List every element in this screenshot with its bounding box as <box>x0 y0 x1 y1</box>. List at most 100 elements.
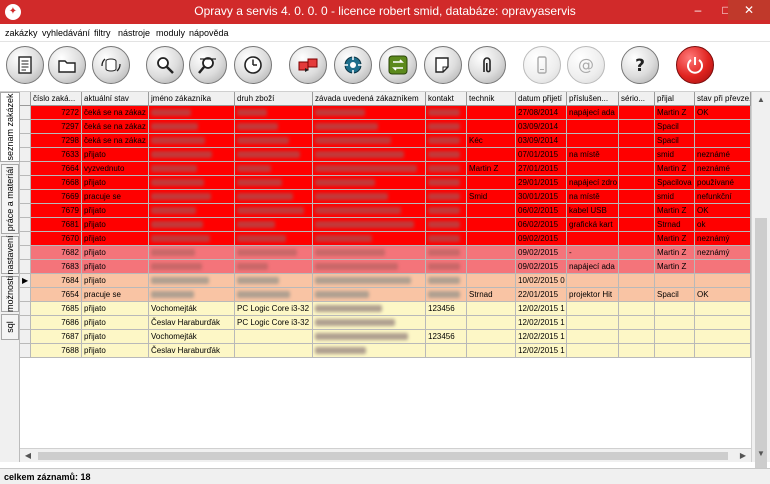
redacted-value <box>428 221 460 229</box>
row-indicator[interactable] <box>20 344 31 358</box>
note-button[interactable] <box>424 46 462 84</box>
row-indicator[interactable]: ▶ <box>20 274 31 288</box>
table-row[interactable]: 7668 přijato 29/01/2015 napájecí zdro Spacil… <box>20 176 751 190</box>
transfer-button[interactable] <box>289 46 327 84</box>
row-indicator[interactable] <box>20 288 31 302</box>
horizontal-scrollbar[interactable]: ◀ ▶ <box>20 448 751 462</box>
column-header[interactable]: stav při převze... <box>695 92 751 106</box>
vertical-scrollbar[interactable]: ▲ ▼ <box>751 92 770 480</box>
cell-serial <box>619 232 655 246</box>
menu-help[interactable]: nápověda <box>189 28 229 38</box>
exit-button[interactable] <box>676 46 714 84</box>
help-button[interactable]: ? <box>621 46 659 84</box>
cell-defect <box>313 316 426 330</box>
row-indicator[interactable] <box>20 204 31 218</box>
orders-list-button[interactable] <box>6 46 44 84</box>
column-header[interactable]: číslo zaká... <box>31 92 82 106</box>
table-row[interactable]: 7670 přijato 09/02/2015 Martin Zneznámý <box>20 232 751 246</box>
row-indicator[interactable] <box>20 302 31 316</box>
redacted-value <box>315 235 372 243</box>
scroll-left-icon[interactable]: ◀ <box>20 449 36 463</box>
table-row[interactable]: 7654 pracuje se Strnad 22/01/2015 projektor … <box>20 288 751 302</box>
attachment-button[interactable] <box>468 46 506 84</box>
scroll-up-icon[interactable]: ▲ <box>752 92 770 108</box>
history-button[interactable] <box>234 46 272 84</box>
row-indicator[interactable] <box>20 260 31 274</box>
menu-search[interactable]: vyhledávání <box>42 28 90 38</box>
redacted-value <box>315 291 369 299</box>
column-header[interactable]: závada uvedená zákazníkem <box>313 92 426 106</box>
database-sync-button[interactable] <box>92 46 130 84</box>
redacted-value <box>151 263 202 271</box>
table-row[interactable]: 7687 přijato Vochomejták 123456 12/02/2015 1 <box>20 330 751 344</box>
cell-cond <box>695 330 751 344</box>
row-indicator[interactable] <box>20 316 31 330</box>
table-row[interactable]: 7683 přijato 09/02/2015 napájecí ada Martin … <box>20 260 751 274</box>
cell-recv: Spacilova <box>655 176 695 190</box>
table-row[interactable]: 7633 přijato 07/01/2015 na místě smid neznámé <box>20 148 751 162</box>
redacted-value <box>428 123 460 131</box>
scroll-down-icon[interactable]: ▼ <box>752 446 770 462</box>
filter-search-button[interactable] <box>189 46 227 84</box>
close-button[interactable]: ✕ <box>728 0 770 20</box>
table-row[interactable]: ▶ 7684 přijato 10/02/2015 0 <box>20 274 751 288</box>
tab-settings[interactable]: nastavení <box>1 235 19 275</box>
row-indicator[interactable] <box>20 106 31 120</box>
column-header[interactable]: jméno zákazníka <box>149 92 235 106</box>
tab-orders-list[interactable]: seznam zakázek <box>0 92 20 162</box>
row-indicator[interactable] <box>20 232 31 246</box>
tab-sql[interactable]: sql <box>1 314 19 340</box>
open-folder-button[interactable] <box>48 46 86 84</box>
column-header[interactable]: přijal <box>655 92 695 106</box>
redacted-value <box>428 165 460 173</box>
horizontal-scroll-thumb[interactable] <box>38 452 728 460</box>
menu-orders[interactable]: zakázky <box>5 28 38 38</box>
table-row[interactable]: 7682 přijato 09/02/2015- Martin Zneznámý <box>20 246 751 260</box>
table-row[interactable]: 7669 pracuje se Smid 30/01/2015 na místě smid… <box>20 190 751 204</box>
table-row[interactable]: 7688 přijato Česlav Haraburďák 12/02/2015 1 <box>20 344 751 358</box>
tab-work-material[interactable]: práce a materiál <box>1 164 19 234</box>
column-header[interactable]: technik <box>467 92 516 106</box>
table-row[interactable]: 7297 čeká se na zákaz 03/09/2014 Spacil <box>20 120 751 134</box>
row-indicator[interactable] <box>20 218 31 232</box>
cell-tech <box>467 330 516 344</box>
redacted-value <box>237 151 300 159</box>
row-indicator[interactable] <box>20 246 31 260</box>
table-row[interactable]: 7272 čeká se na zákaz 27/08/2014 napájecí a… <box>20 106 751 120</box>
table-row[interactable]: 7685 přijato Vochomejták PC Logic Core i3-3… <box>20 302 751 316</box>
column-header[interactable]: kontakt <box>426 92 467 106</box>
orders-grid[interactable]: číslo zaká... aktuální stav jméno zákazník… <box>20 92 751 448</box>
cell-id: 7298 <box>31 134 82 148</box>
row-indicator[interactable] <box>20 134 31 148</box>
menu-tools[interactable]: nástroje <box>118 28 150 38</box>
search-button[interactable] <box>146 46 184 84</box>
column-header[interactable]: datum přijetí <box>516 92 567 106</box>
table-row[interactable]: 7686 přijato Česlav Haraburďák PC Logic Cor… <box>20 316 751 330</box>
scroll-right-icon[interactable]: ▶ <box>735 449 751 463</box>
row-indicator[interactable] <box>20 176 31 190</box>
cell-recv: Spacil <box>655 288 695 302</box>
cell-goods: PC Logic Core i3-32 <box>235 316 313 330</box>
table-row[interactable]: 7664 vyzvednuto Martin Z 27/01/2015 Martin Z… <box>20 162 751 176</box>
minimize-button[interactable]: – <box>684 0 712 20</box>
table-row[interactable]: 7681 přijato 06/02/2015 grafická kart Strnad… <box>20 218 751 232</box>
row-indicator[interactable] <box>20 148 31 162</box>
table-row[interactable]: 7679 přijato 06/02/2015 kabel USB Martin Z OK <box>20 204 751 218</box>
column-header[interactable]: aktuální stav <box>82 92 149 106</box>
column-header[interactable]: druh zboží <box>235 92 313 106</box>
network-button[interactable] <box>334 46 372 84</box>
tab-options[interactable]: možnosti <box>1 276 19 312</box>
column-header[interactable]: příslušen... <box>567 92 619 106</box>
table-row[interactable]: 7298 čeká se na zákaz Kéc 03/09/2014 Spacil <box>20 134 751 148</box>
cell-tech <box>467 246 516 260</box>
menu-filters[interactable]: filtry <box>94 28 111 38</box>
menu-modules[interactable]: moduly <box>156 28 185 38</box>
row-indicator[interactable] <box>20 330 31 344</box>
cell-acc: kabel USB <box>567 204 619 218</box>
row-indicator[interactable] <box>20 162 31 176</box>
row-indicator[interactable] <box>20 190 31 204</box>
row-indicator[interactable] <box>20 120 31 134</box>
vertical-scroll-thumb[interactable] <box>755 218 767 480</box>
exchange-button[interactable] <box>379 46 417 84</box>
column-header[interactable]: sério... <box>619 92 655 106</box>
